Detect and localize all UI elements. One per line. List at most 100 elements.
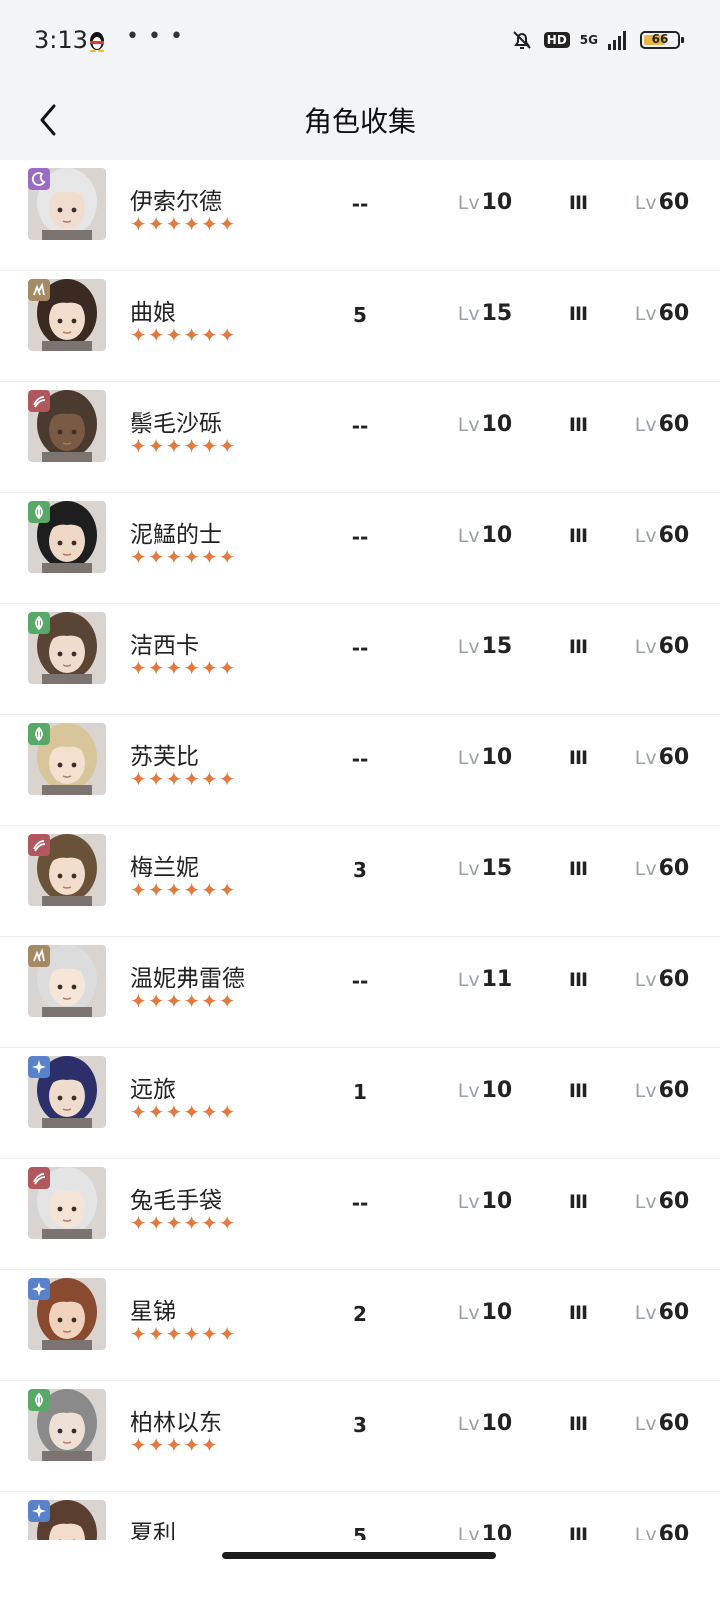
character-row-4[interactable]: 洁西卡 ✦✦✦✦✦✦ -- Lv15 III Lv60	[0, 604, 720, 715]
insight-rank: III	[568, 1524, 588, 1540]
character-name: 鬃毛沙砾	[130, 411, 222, 437]
character-avatar	[28, 945, 106, 1017]
max-level-value: 60	[658, 190, 690, 215]
leaf-icon	[28, 723, 50, 745]
potential-value: --	[351, 969, 369, 993]
level-value: 10	[481, 1189, 513, 1214]
rarity-stars: ✦✦✦✦✦✦	[130, 1322, 237, 1346]
character-level: Lv10	[430, 745, 540, 770]
leaf-icon	[28, 501, 50, 523]
level-value: 10	[481, 1078, 513, 1103]
max-level: Lv60	[612, 856, 712, 881]
character-level: Lv10	[430, 1189, 540, 1214]
max-level-value: 60	[658, 1078, 690, 1103]
max-level-value: 60	[658, 523, 690, 548]
character-level: Lv15	[430, 634, 540, 659]
insight-rank: III	[568, 192, 588, 214]
character-row-3[interactable]: 泥鯭的士 ✦✦✦✦✦✦ -- Lv10 III Lv60	[0, 493, 720, 604]
character-row-8[interactable]: 远旅 ✦✦✦✦✦✦ 1 Lv10 III Lv60	[0, 1048, 720, 1159]
max-level: Lv60	[612, 1522, 712, 1540]
signal-icon	[608, 31, 626, 50]
rarity-stars: ✦✦✦✦✦✦	[130, 767, 237, 791]
status-time: 3:13	[34, 26, 88, 54]
level-prefix: Lv	[457, 1413, 480, 1435]
insight-rank: III	[568, 1080, 588, 1102]
level-value: 10	[481, 412, 513, 437]
character-row-9[interactable]: 兔毛手袋 ✦✦✦✦✦✦ -- Lv10 III Lv60	[0, 1159, 720, 1270]
character-level: Lv10	[430, 412, 540, 437]
character-row-2[interactable]: 鬃毛沙砾 ✦✦✦✦✦✦ -- Lv10 III Lv60	[0, 382, 720, 493]
max-level-prefix: Lv	[634, 1413, 657, 1435]
home-indicator[interactable]	[222, 1552, 496, 1559]
max-level-prefix: Lv	[634, 1524, 657, 1540]
insight-rank: III	[568, 636, 588, 658]
potential-value: 3	[353, 1413, 367, 1437]
insight-rank: III	[568, 1302, 588, 1324]
character-avatar	[28, 1389, 106, 1461]
character-row-1[interactable]: 曲娘 ✦✦✦✦✦✦ 5 Lv15 III Lv60	[0, 271, 720, 382]
rarity-stars: ✦✦✦✦✦✦	[130, 212, 237, 236]
character-row-6[interactable]: 梅兰妮 ✦✦✦✦✦✦ 3 Lv15 III Lv60	[0, 826, 720, 937]
max-level-value: 60	[658, 745, 690, 770]
rarity-stars: ✦✦✦✦✦✦	[130, 989, 237, 1013]
character-list[interactable]: 伊索尔德 ✦✦✦✦✦✦ -- Lv10 III Lv60 曲娘 ✦✦✦✦✦✦ 5…	[0, 160, 720, 1540]
hd-icon: HD	[543, 32, 570, 48]
page-title: 角色收集	[303, 105, 416, 138]
potential-value: --	[351, 525, 369, 549]
rarity-stars: ✦✦✦✦✦✦	[130, 323, 237, 347]
level-prefix: Lv	[457, 303, 480, 325]
max-level-prefix: Lv	[634, 525, 657, 547]
status-bar: 3:13 • • • HD 5G 66	[0, 0, 720, 82]
potential-value: 2	[353, 1302, 367, 1326]
level-prefix: Lv	[457, 1302, 480, 1324]
insight-rank: III	[568, 858, 588, 880]
max-level-value: 60	[658, 301, 690, 326]
level-value: 10	[481, 745, 513, 770]
wave-icon	[28, 390, 50, 412]
character-row-5[interactable]: 苏芙比 ✦✦✦✦✦✦ -- Lv10 III Lv60	[0, 715, 720, 826]
nav-bar: 角色收集	[0, 82, 720, 160]
character-row-0[interactable]: 伊索尔德 ✦✦✦✦✦✦ -- Lv10 III Lv60	[0, 160, 720, 271]
rarity-stars: ✦✦✦✦✦✦	[130, 1211, 237, 1235]
max-level-value: 60	[658, 1522, 690, 1540]
character-name: 兔毛手袋	[130, 1188, 222, 1214]
max-level: Lv60	[612, 745, 712, 770]
character-row-10[interactable]: 星锑 ✦✦✦✦✦✦ 2 Lv10 III Lv60	[0, 1270, 720, 1381]
max-level: Lv60	[612, 967, 712, 992]
level-prefix: Lv	[457, 636, 480, 658]
level-value: 10	[481, 523, 513, 548]
character-avatar	[28, 612, 106, 684]
potential-value: 3	[353, 858, 367, 882]
character-level: Lv10	[430, 523, 540, 548]
max-level-prefix: Lv	[634, 192, 657, 214]
level-prefix: Lv	[457, 414, 480, 436]
max-level: Lv60	[612, 1411, 712, 1436]
potential-value: 1	[353, 1080, 367, 1104]
insight-rank: III	[568, 1191, 588, 1213]
qq-penguin-icon	[90, 32, 104, 52]
character-name: 夏利	[130, 1521, 176, 1540]
level-prefix: Lv	[457, 969, 480, 991]
more-notifications-icon: • • •	[126, 24, 184, 49]
wave-icon	[28, 1167, 50, 1189]
max-level: Lv60	[612, 1078, 712, 1103]
max-level: Lv60	[612, 1300, 712, 1325]
character-name: 温妮弗雷德	[130, 966, 245, 992]
star-icon	[28, 1056, 50, 1078]
max-level-prefix: Lv	[634, 1191, 657, 1213]
level-value: 10	[481, 1300, 513, 1325]
max-level-value: 60	[658, 1189, 690, 1214]
character-row-12[interactable]: 夏利 ✦✦✦✦✦✦ 5 Lv10 III Lv60	[0, 1492, 720, 1540]
leaf-icon	[28, 1389, 50, 1411]
star-icon	[28, 1278, 50, 1300]
max-level-prefix: Lv	[634, 636, 657, 658]
level-prefix: Lv	[457, 747, 480, 769]
max-level-prefix: Lv	[634, 969, 657, 991]
character-row-11[interactable]: 柏林以东 ✦✦✦✦✦ 3 Lv10 III Lv60	[0, 1381, 720, 1492]
max-level-prefix: Lv	[634, 1302, 657, 1324]
leaf-icon	[28, 612, 50, 634]
moon-icon	[28, 168, 50, 190]
insight-rank: III	[568, 969, 588, 991]
character-name: 苏芙比	[130, 744, 199, 770]
character-row-7[interactable]: 温妮弗雷德 ✦✦✦✦✦✦ -- Lv11 III Lv60	[0, 937, 720, 1048]
